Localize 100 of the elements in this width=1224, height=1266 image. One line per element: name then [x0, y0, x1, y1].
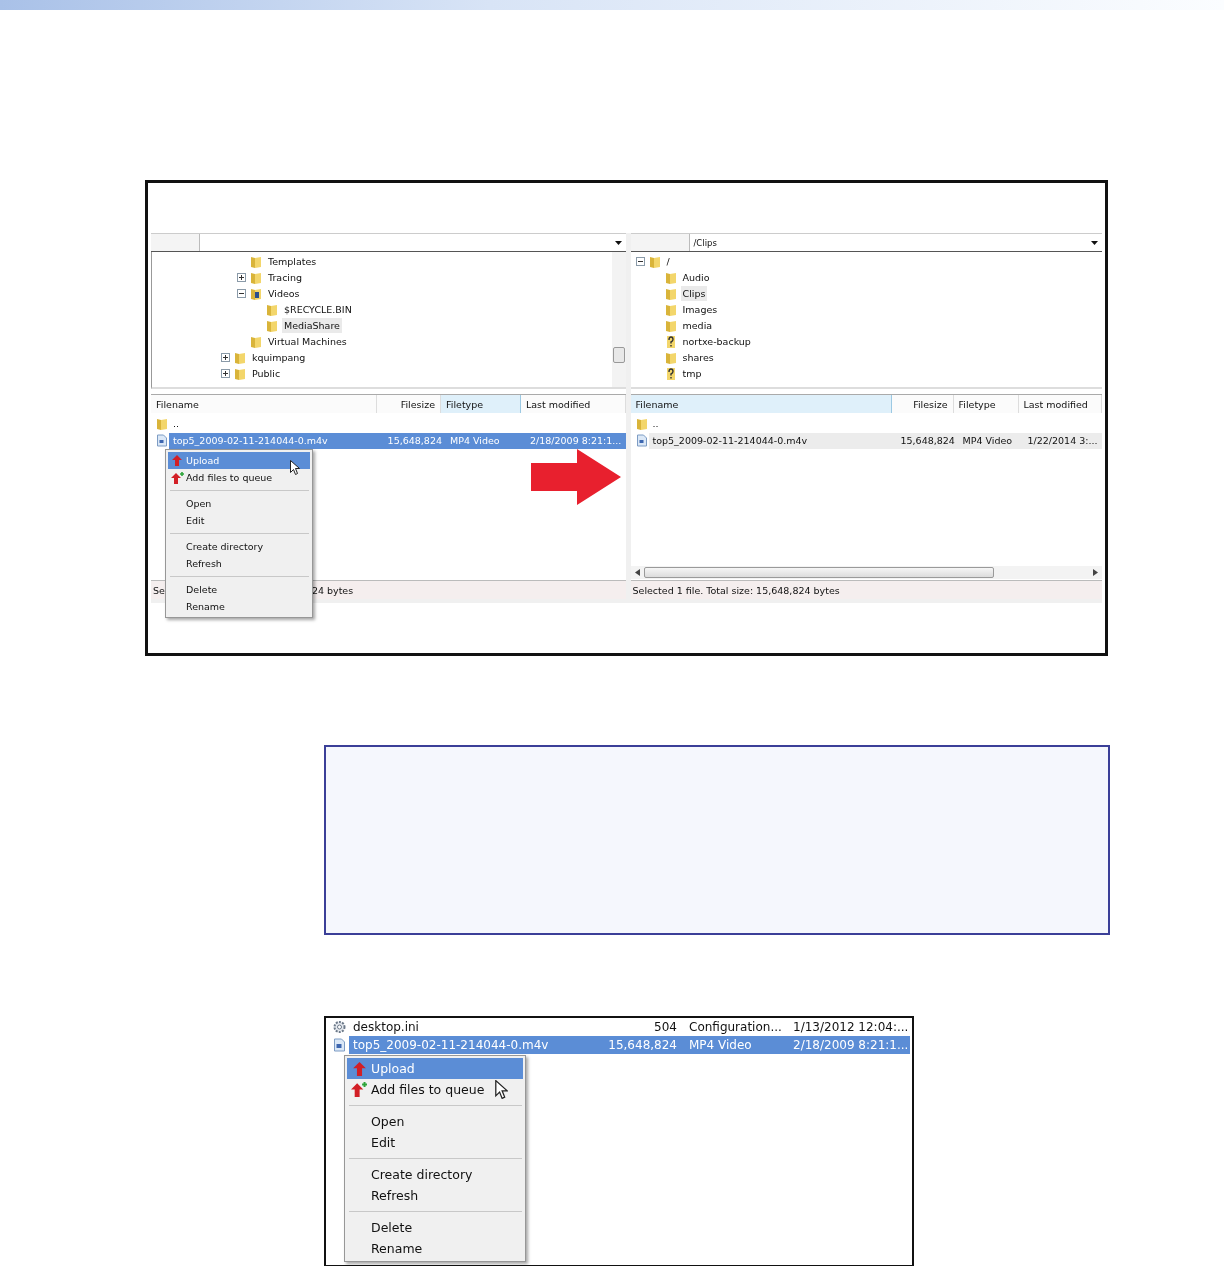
- folder-icon: [234, 350, 246, 364]
- tree-item[interactable]: Images: [680, 301, 720, 317]
- up-arrow-plus-icon: [170, 471, 184, 484]
- video-file-icon: [156, 434, 168, 447]
- up-arrow-icon: [172, 455, 182, 466]
- dropdown-icon[interactable]: [614, 240, 622, 245]
- menu-item[interactable]: Refresh: [168, 555, 310, 572]
- menu-item[interactable]: Delete: [347, 1217, 523, 1238]
- menu-item[interactable]: Edit: [347, 1132, 523, 1153]
- unknown-folder-icon: [664, 366, 677, 380]
- scrollbar[interactable]: [611, 252, 626, 387]
- up-arrow-icon: [352, 1061, 366, 1076]
- unknown-folder-icon: [664, 334, 677, 348]
- scrollbar[interactable]: [630, 566, 1102, 579]
- video-file-icon: [332, 1038, 347, 1052]
- dropdown-icon[interactable]: [1091, 240, 1098, 245]
- expand-icon[interactable]: [221, 352, 230, 362]
- table-cell-text: 2/18/2009 8:21:1...: [529, 435, 623, 446]
- tree-item[interactable]: Public: [250, 365, 283, 381]
- menu-item[interactable]: Add files to queue: [168, 469, 310, 486]
- tree-item[interactable]: Audio: [680, 269, 712, 285]
- folder-icon: [664, 350, 677, 364]
- tree-item[interactable]: Tracing: [266, 269, 305, 285]
- column-header[interactable]: Filetype: [953, 395, 1019, 413]
- table-cell-text: 15,648,824: [899, 435, 956, 446]
- menu-item[interactable]: Create directory: [168, 538, 310, 555]
- menu-item[interactable]: Delete: [168, 581, 310, 598]
- folder-icon: [266, 302, 278, 316]
- column-header[interactable]: Filename: [151, 395, 377, 413]
- file-row[interactable]: ..: [169, 415, 626, 432]
- table-cell-text: top5_2009-02-11-214044-0.m4v: [651, 435, 809, 446]
- column-header[interactable]: Last modified: [521, 395, 626, 413]
- status-text: 24 bytes: [311, 584, 354, 596]
- menu-item[interactable]: Create directory: [347, 1164, 523, 1185]
- video-file-icon: [635, 434, 648, 447]
- column-header[interactable]: Filetype: [441, 395, 521, 413]
- menu-item[interactable]: Refresh: [347, 1185, 523, 1206]
- folder-icon: [250, 286, 262, 300]
- column-header[interactable]: Filesize: [377, 395, 441, 413]
- file-row[interactable]: desktop.ini 504 Configuration... 1/13/2012 12:04:...: [349, 1018, 910, 1036]
- menu-item[interactable]: Edit: [168, 512, 310, 529]
- scroll-right-icon[interactable]: [1093, 569, 1098, 576]
- tree-item[interactable]: kquimpang: [250, 349, 308, 365]
- table-cell-text: ..: [172, 418, 181, 429]
- path-text: /Clips: [693, 237, 717, 248]
- menu-item[interactable]: Rename: [347, 1238, 523, 1259]
- folder-icon: [266, 318, 278, 332]
- table-cell-text: desktop.ini: [352, 1020, 420, 1034]
- table-cell-text: 1/22/2014 3:...: [1026, 435, 1099, 446]
- scroll-left-icon[interactable]: [634, 569, 640, 576]
- path-field[interactable]: /Clips: [689, 234, 1102, 251]
- tree-item[interactable]: MediaShare: [282, 317, 342, 333]
- folder-icon: [234, 366, 246, 380]
- table-cell-text: 504: [653, 1020, 678, 1034]
- cursor-icon: [495, 1080, 508, 1099]
- table-cell-text: MP4 Video: [688, 1038, 753, 1052]
- menu-item[interactable]: Open: [347, 1111, 523, 1132]
- collapse-icon[interactable]: [237, 288, 246, 298]
- table-cell-text: 15,648,824: [607, 1038, 678, 1052]
- tree-item[interactable]: nortxe-backup: [680, 333, 753, 349]
- cursor-icon: [290, 460, 300, 475]
- expand-icon[interactable]: [237, 272, 246, 282]
- folder-icon: [664, 270, 677, 284]
- table-cell-text: 1/13/2012 12:04:...: [792, 1020, 910, 1034]
- table-cell-text: top5_2009-02-11-214044-0.m4v: [352, 1038, 550, 1052]
- file-row[interactable]: top5_2009-02-11-214044-0.m4v 15,648,824 MP4 Video 1/22/2014 3:...: [648, 432, 1102, 449]
- table-cell-text: Configuration...: [688, 1020, 783, 1034]
- folder-icon: [250, 270, 262, 284]
- tree-item[interactable]: /: [664, 253, 672, 269]
- collapse-icon[interactable]: [635, 256, 645, 266]
- folder-icon: [664, 286, 677, 300]
- column-header[interactable]: Filesize: [891, 395, 954, 413]
- up-arrow-plus-icon: [351, 1082, 367, 1097]
- tree-item[interactable]: Templates: [266, 253, 319, 269]
- column-header[interactable]: Filename: [630, 395, 892, 413]
- folder-icon: [250, 334, 262, 348]
- tree-item[interactable]: Clips: [680, 285, 708, 301]
- menu-item[interactable]: Open: [168, 495, 310, 512]
- table-cell-text: top5_2009-02-11-214044-0.m4v: [172, 435, 329, 446]
- expand-icon[interactable]: [221, 368, 230, 378]
- table-cell-text: 15,648,824: [386, 435, 443, 446]
- status-text: Selected 1 file. Total size: 15,648,824 bytes: [632, 584, 840, 596]
- menu-item[interactable]: Rename: [168, 598, 310, 615]
- menu-item[interactable]: Add files to queue: [347, 1079, 523, 1100]
- folder-icon: [664, 302, 677, 316]
- table-cell-text: MP4 Video: [449, 435, 501, 446]
- file-row[interactable]: ..: [648, 415, 1102, 432]
- folder-icon: [156, 417, 168, 430]
- gear-file-icon: [332, 1020, 347, 1034]
- table-cell-text: MP4 Video: [961, 435, 1014, 446]
- tree-item[interactable]: Virtual Machines: [266, 333, 349, 349]
- tree-item[interactable]: media: [680, 317, 715, 333]
- folder-icon: [664, 318, 677, 332]
- tree-item[interactable]: tmp: [680, 365, 704, 381]
- tree-item[interactable]: Videos: [266, 285, 302, 301]
- tree-item[interactable]: shares: [680, 349, 716, 365]
- tree-item[interactable]: $RECYCLE.BIN: [282, 301, 354, 317]
- column-header[interactable]: Last modified: [1018, 395, 1102, 413]
- table-cell-text: 2/18/2009 8:21:1...: [792, 1038, 910, 1052]
- folder-icon: [250, 254, 262, 268]
